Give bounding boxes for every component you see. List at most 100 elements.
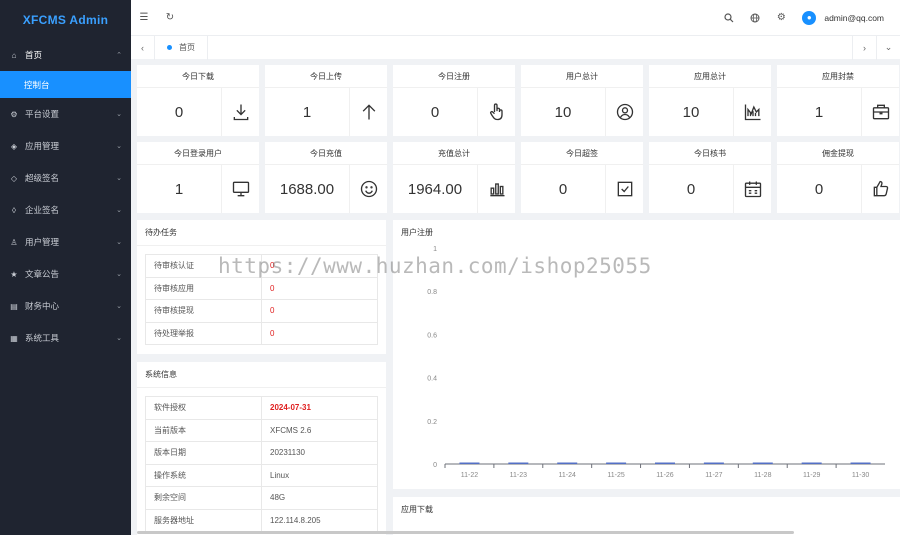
- sidebar-item-shield[interactable]: ◇ 超级签名 ⌄: [0, 162, 131, 194]
- refresh-icon[interactable]: ↻: [157, 12, 183, 23]
- sysinfo-table: 软件授权 2024-07-31 当前版本 XFCMS 2.6 版本日期 20231130 操…: [145, 396, 378, 532]
- chart-bar[interactable]: [752, 462, 773, 465]
- tab-scroll-right-icon[interactable]: ›: [852, 35, 876, 60]
- search-icon[interactable]: [716, 12, 742, 23]
- stat-title: 今日注册: [393, 65, 515, 88]
- y-tick-label: 1: [433, 246, 437, 253]
- row-value: 0: [261, 321, 378, 345]
- sidebar-item-user[interactable]: ♙ 用户管理 ⌄: [0, 226, 131, 258]
- y-tick-label: 0.4: [427, 376, 437, 383]
- chart-bar[interactable]: [508, 462, 529, 465]
- chevron-down-icon: ⌄: [116, 111, 122, 118]
- active-dot-icon: [167, 45, 172, 50]
- x-tick-label: 11-30: [852, 472, 869, 479]
- chart-bar[interactable]: [606, 462, 627, 465]
- stat-title: 今日上传: [265, 65, 387, 88]
- chart-bar[interactable]: [703, 462, 724, 465]
- row-value: 20231130: [261, 441, 378, 465]
- sidebar-item-label: 用户管理: [25, 237, 60, 247]
- sidebar-item-label: 平台设置: [25, 109, 60, 119]
- tab-scroll-left-icon[interactable]: ‹: [131, 35, 155, 60]
- sidebar-item-finance[interactable]: ▤ 财务中心 ⌄: [0, 290, 131, 322]
- sidebar-item-app[interactable]: ◈ 应用管理 ⌄: [0, 130, 131, 162]
- stat-card: 今日登录用户 1: [137, 142, 259, 213]
- chart-bar[interactable]: [801, 462, 822, 465]
- stat-value: 0: [686, 180, 696, 198]
- sysinfo-title: 系统信息: [137, 362, 386, 388]
- table-row: 待审核提现 0: [145, 299, 378, 323]
- tasks-title: 待办任务: [137, 220, 386, 246]
- menu-fold-icon[interactable]: ☰: [131, 12, 157, 23]
- x-tick-label: 11-28: [754, 472, 771, 479]
- stat-card: 用户总计 10: [521, 65, 643, 136]
- sidebar-item-home[interactable]: ⌂ 首页 ⌃: [0, 39, 131, 71]
- stat-value: 1: [814, 103, 824, 121]
- row-value: XFCMS 2.6: [261, 418, 378, 442]
- globe-icon[interactable]: [742, 13, 768, 23]
- stat-value: 0: [814, 180, 824, 198]
- row-value: 48G: [261, 486, 378, 510]
- table-row: 服务器地址 122.114.8.205: [145, 508, 378, 532]
- stat-title: 今日核书: [649, 142, 771, 165]
- stat-card: 应用总计 10: [649, 65, 771, 136]
- x-tick-label: 11-27: [705, 472, 722, 479]
- row-label: 剩余空间: [145, 486, 262, 510]
- sidebar-item-tag[interactable]: ◊ 企业签名 ⌄: [0, 194, 131, 226]
- sidebar-item-gear[interactable]: ⚙ 平台设置 ⌄: [0, 98, 131, 130]
- app-logo: XFCMS Admin: [22, 12, 109, 27]
- table-row: 待处理举报 0: [145, 321, 378, 345]
- stat-card: 今日下载 0: [137, 65, 259, 136]
- sidebar-item-tools[interactable]: ▦ 系统工具 ⌄: [0, 322, 131, 354]
- chevron-up-icon: ⌃: [116, 52, 122, 59]
- x-tick-label: 11-22: [461, 472, 478, 479]
- stat-value: 0: [174, 103, 184, 121]
- row-label: 待审核应用: [145, 276, 262, 300]
- settings-icon[interactable]: ⚙: [768, 12, 794, 23]
- stat-title: 今日登录用户: [137, 142, 259, 165]
- tab-home[interactable]: 首页: [155, 35, 208, 60]
- sidebar-item-label: 控制台: [24, 79, 50, 90]
- sidebar-item-console[interactable]: 控制台: [0, 71, 131, 98]
- sidebar-item-label: 应用管理: [25, 141, 60, 151]
- chart-bar[interactable]: [557, 462, 578, 465]
- tab-menu-chevron-down-icon[interactable]: ⌄: [876, 35, 900, 60]
- username[interactable]: admin@qq.com: [824, 13, 884, 23]
- stat-card: 今日注册 0: [393, 65, 515, 136]
- watermark: https://www.huzhan.com/ishop25055: [218, 254, 652, 278]
- x-tick-label: 11-29: [803, 472, 820, 479]
- tab-label: 首页: [179, 43, 195, 52]
- tools-icon: ▦: [10, 333, 18, 343]
- stat-value: 0: [558, 180, 568, 198]
- sidebar: XFCMS Admin ⌂ 首页 ⌃ 控制台 ⚙ 平台设置 ⌄ ◈ 应用管理 ⌄ ◇ 超级签名 ⌄ ◊ 企业…: [0, 0, 131, 535]
- chevron-down-icon: ⌄: [116, 239, 122, 246]
- checkbox-icon: [617, 181, 632, 197]
- chart-bar[interactable]: [850, 462, 871, 465]
- y-tick-label: 0.2: [427, 419, 437, 426]
- sidebar-item-star[interactable]: ★ 文章公告 ⌄: [0, 258, 131, 290]
- row-label: 操作系统: [145, 463, 262, 487]
- x-tick-label: 11-23: [510, 472, 527, 479]
- row-value: 0: [261, 299, 378, 323]
- y-tick-label: 0.6: [427, 332, 437, 339]
- sysinfo-panel: 系统信息 软件授权 2024-07-31 当前版本 XFCMS 2.6 版本日期 2023…: [137, 362, 386, 535]
- user-icon: ♙: [10, 237, 18, 247]
- avatar[interactable]: ●: [802, 10, 817, 25]
- stat-value: 0: [430, 103, 440, 121]
- user-circle-icon: [616, 103, 633, 121]
- stat-title: 今日下载: [137, 65, 259, 88]
- horizontal-scrollbar[interactable]: [137, 531, 794, 534]
- chart-area-icon: [744, 104, 760, 121]
- monitor-icon: [232, 181, 249, 197]
- finance-icon: ▤: [10, 301, 18, 311]
- stat-value: 1: [174, 180, 184, 198]
- row-label: 版本日期: [145, 441, 262, 465]
- sidebar-item-label: 财务中心: [25, 301, 60, 311]
- sidebar-item-label: 企业签名: [25, 205, 60, 215]
- chart-bar[interactable]: [655, 462, 675, 465]
- chevron-down-icon: ⌄: [116, 207, 122, 214]
- stat-card: 充值总计 1964.00: [393, 142, 515, 213]
- chart-bar[interactable]: [459, 462, 480, 465]
- table-row: 操作系统 Linux: [145, 463, 378, 487]
- gear-icon: ⚙: [10, 109, 18, 119]
- pointer-hand-icon: [489, 103, 503, 121]
